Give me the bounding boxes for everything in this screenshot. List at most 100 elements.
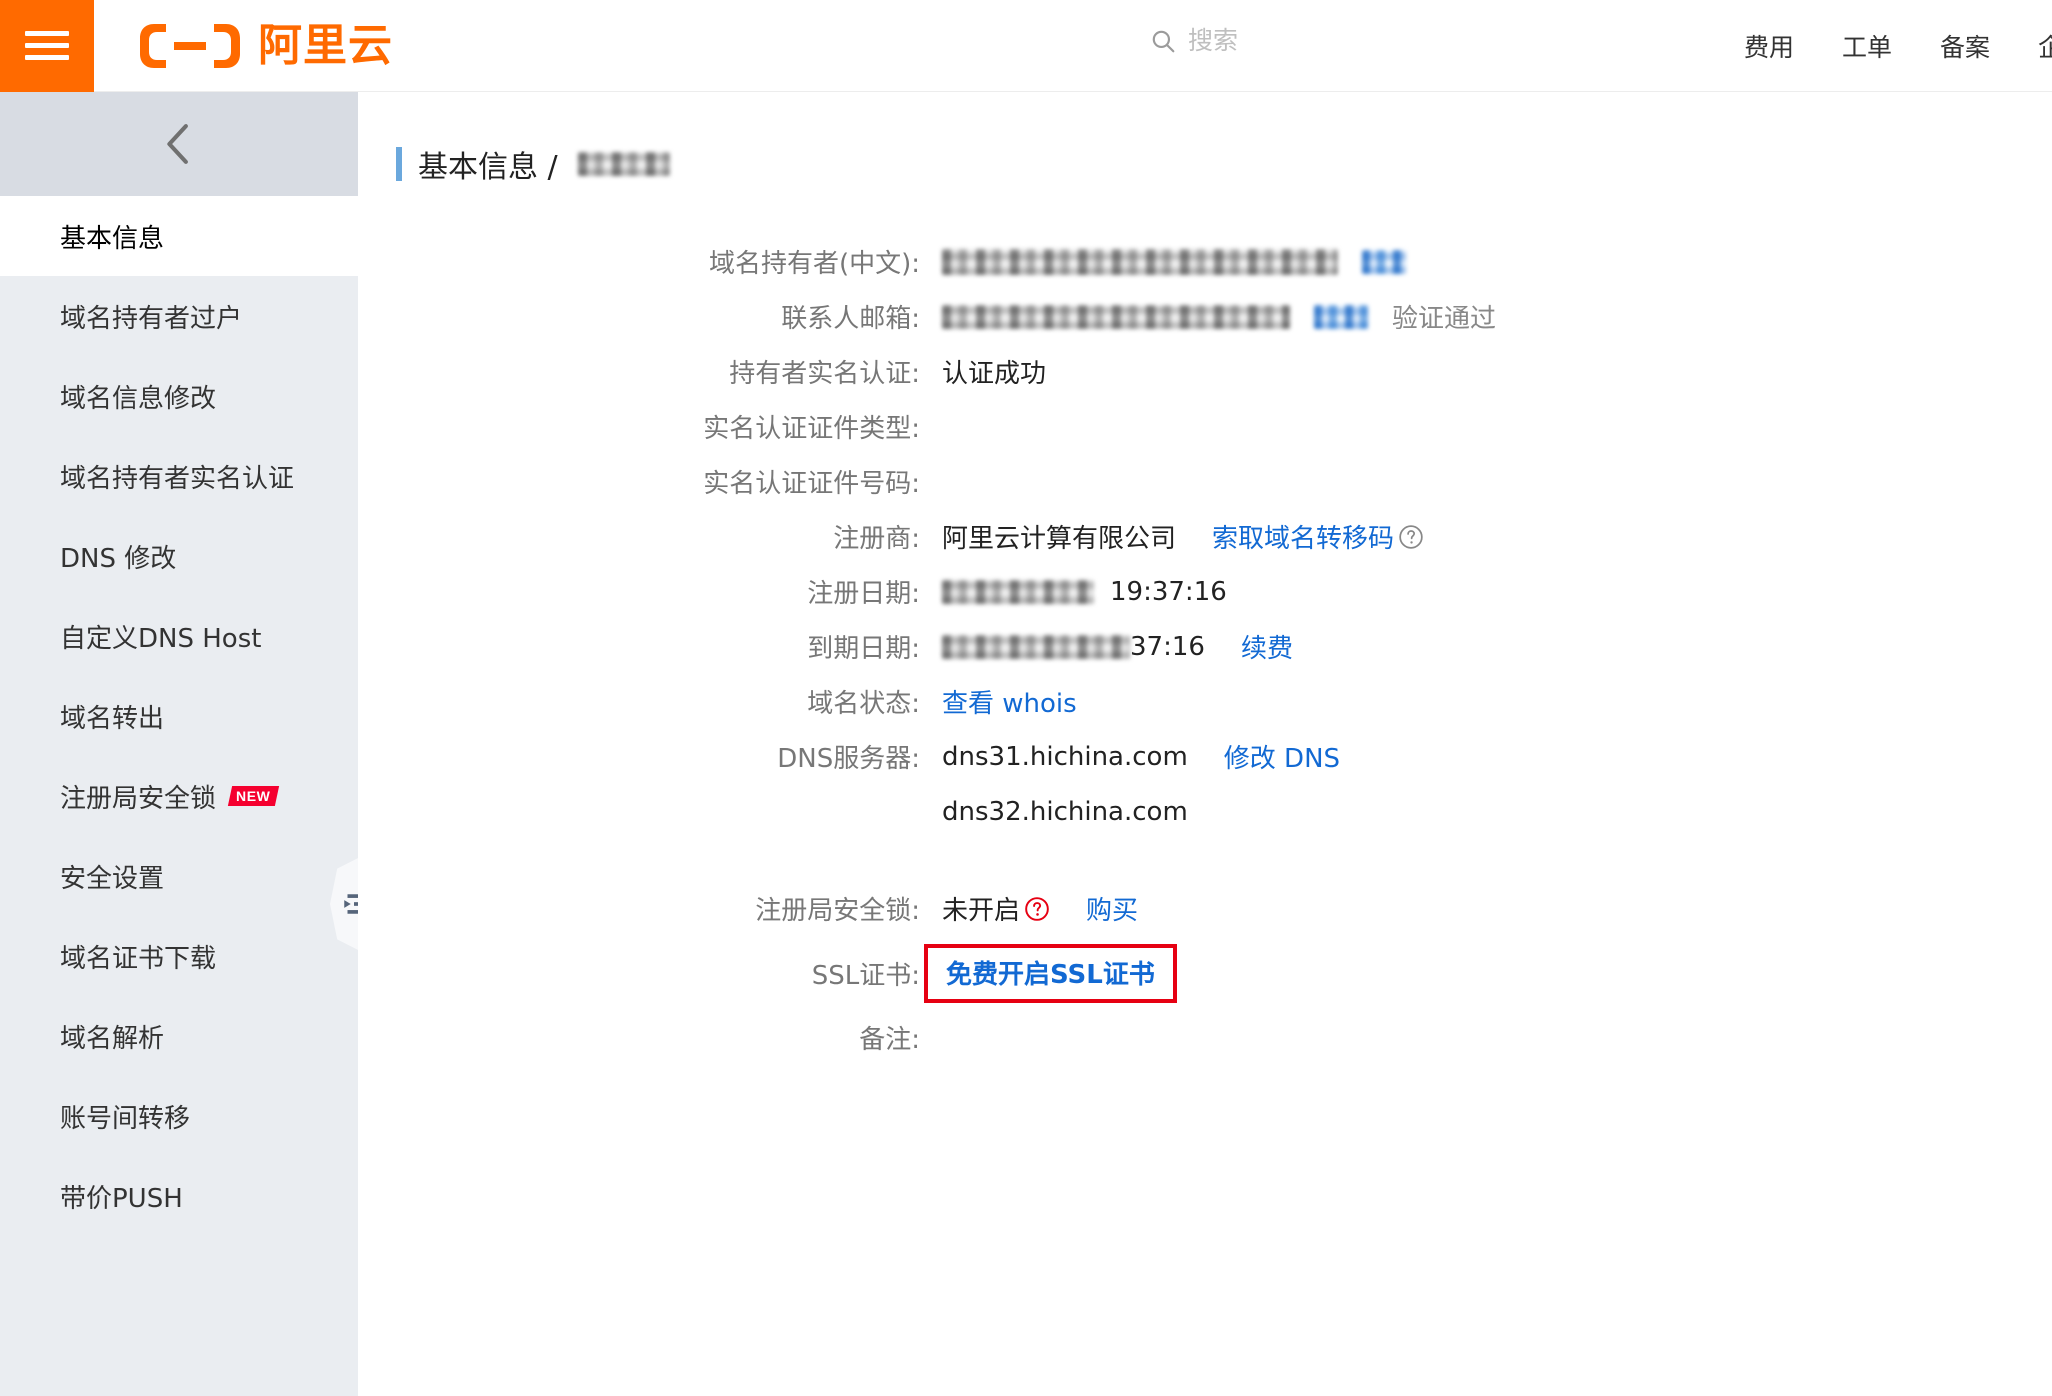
sidebar-item-custom-dns-host[interactable]: 自定义DNS Host (0, 596, 358, 676)
sidebar-item-dns-resolution[interactable]: 域名解析 (0, 996, 358, 1076)
question-circle-icon[interactable] (1398, 524, 1424, 550)
email-verify-status: 验证通过 (1392, 304, 1497, 334)
ssl-highlight-box: 免费开启SSL证书 (924, 943, 1177, 1003)
sidebar: 基本信息 域名持有者过户 域名信息修改 域名持有者实名认证 DNS 修改 自定义… (0, 92, 358, 1396)
row-label: 联系人邮箱: (781, 304, 920, 334)
nav-item-enterprise[interactable]: 企 (2014, 28, 2052, 64)
nav-item-icp[interactable]: 备案 (1916, 28, 2014, 64)
row-value: 阿里云计算有限公司 索取域名转移码 (942, 518, 2052, 555)
row-value: 37:16 续费 (942, 628, 2052, 665)
sidebar-item-label: 基本信息 (60, 223, 165, 254)
aliyun-logo[interactable]: 阿里云 (136, 20, 393, 72)
sidebar-item-domain-transfer-out[interactable]: 域名转出 (0, 676, 358, 756)
sidebar-item-account-transfer[interactable]: 账号间转移 (0, 1076, 358, 1156)
enable-free-ssl-link[interactable]: 免费开启SSL证书 (946, 954, 1155, 991)
sidebar-item-owner-verification[interactable]: 域名持有者实名认证 (0, 436, 358, 516)
sidebar-item-label: 带价PUSH (60, 1183, 183, 1214)
renew-link[interactable]: 续费 (1241, 628, 1293, 665)
sidebar-item-domain-info-edit[interactable]: 域名信息修改 (0, 356, 358, 436)
row-label: DNS服务器: (777, 744, 920, 774)
table-row: 注册日期: 19:37:16 (358, 564, 2052, 619)
table-row: 备注: (358, 1010, 2052, 1065)
search-input[interactable] (1188, 26, 1548, 55)
table-row: 实名认证证件号码: (358, 454, 2052, 509)
sidebar-item-dns-edit[interactable]: DNS 修改 (0, 516, 358, 596)
table-row: 注册商: 阿里云计算有限公司 索取域名转移码 (358, 509, 2052, 564)
table-row: dns32.hichina.com (358, 784, 2052, 839)
sidebar-collapse-button[interactable] (0, 92, 358, 196)
owner-name-redacted (942, 248, 1338, 275)
row-label: 域名持有者(中文): (708, 249, 920, 279)
sidebar-item-owner-transfer[interactable]: 域名持有者过户 (0, 276, 358, 356)
global-search[interactable] (1150, 26, 1570, 55)
row-label: 持有者实名认证: (729, 359, 920, 389)
sidebar-item-label: 自定义DNS Host (60, 623, 262, 654)
row-spacer (358, 839, 2052, 881)
sidebar-item-registry-lock[interactable]: 注册局安全锁 NEW (0, 756, 358, 836)
sidebar-item-label: 账号间转移 (60, 1103, 191, 1134)
get-transfer-code-link[interactable]: 索取域名转移码 (1212, 518, 1394, 555)
sidebar-item-label: 域名持有者实名认证 (60, 463, 295, 494)
sidebar-item-label: 域名证书下载 (60, 943, 217, 974)
row-value: 19:37:16 (942, 577, 2052, 607)
dns-server-2: dns32.hichina.com (942, 796, 1188, 827)
main-content: 基本信息 / 域名持有者(中文): 联系人邮箱: 验证通过 持有者实名认证: 认… (358, 92, 2052, 1396)
sidebar-item-label: 域名信息修改 (60, 383, 217, 414)
search-icon (1152, 30, 1175, 52)
sidebar-item-priced-push[interactable]: 带价PUSH (0, 1156, 358, 1236)
new-badge: NEW (227, 786, 280, 806)
aliyun-logo-text: 阿里云 (258, 19, 393, 71)
owner-edit-link-redacted[interactable] (1362, 249, 1406, 274)
row-label: 注册局安全锁: (755, 896, 920, 926)
row-label: 实名认证证件号码: (703, 469, 920, 499)
buy-registry-lock-link[interactable]: 购买 (1086, 890, 1138, 927)
sidebar-item-security-settings[interactable]: 安全设置 (0, 836, 358, 916)
table-row: 域名状态: 查看 whois (358, 674, 2052, 729)
row-label: 注册商: (833, 524, 920, 554)
expire-time: 37:16 (1130, 631, 1205, 662)
view-whois-link[interactable]: 查看 whois (942, 683, 1077, 720)
table-row: 域名持有者(中文): (358, 234, 2052, 289)
sidebar-item-basic-info[interactable]: 基本信息 (0, 196, 358, 276)
sidebar-item-certificate-download[interactable]: 域名证书下载 (0, 916, 358, 996)
row-value: dns32.hichina.com (942, 797, 2052, 827)
table-row: 持有者实名认证: 认证成功 (358, 344, 2052, 399)
page-title: 基本信息 / (418, 150, 558, 185)
contact-email-redacted (942, 304, 1290, 329)
register-date-redacted (942, 579, 1094, 604)
sidebar-item-label: 注册局安全锁 (60, 783, 217, 814)
row-label: 域名状态: (807, 689, 920, 719)
row-label: 备注: (859, 1025, 920, 1055)
row-value: 免费开启SSL证书 (924, 943, 2052, 1003)
row-value: 未开启 购买 (942, 890, 2052, 927)
registry-lock-status: 未开启 (942, 896, 1021, 926)
chevron-left-icon (167, 124, 188, 164)
row-label: 实名认证证件类型: (703, 414, 920, 444)
nav-item-fees[interactable]: 费用 (1720, 28, 1818, 64)
row-label: 注册日期: (807, 579, 920, 609)
row-value (942, 248, 2052, 275)
row-value: 查看 whois (942, 683, 2052, 720)
register-time: 19:37:16 (1110, 576, 1227, 607)
row-value: 认证成功 (942, 353, 2052, 390)
sidebar-menu: 基本信息 域名持有者过户 域名信息修改 域名持有者实名认证 DNS 修改 自定义… (0, 196, 358, 1236)
sidebar-item-label: 域名转出 (60, 703, 165, 734)
table-row: 注册局安全锁: 未开启 购买 (358, 881, 2052, 936)
question-circle-red-icon[interactable] (1024, 896, 1050, 922)
domain-details-table: 域名持有者(中文): 联系人邮箱: 验证通过 持有者实名认证: 认证成功 实名认… (358, 234, 2052, 1065)
table-row: 实名认证证件类型: (358, 399, 2052, 454)
sidebar-item-label: 域名解析 (60, 1023, 165, 1054)
nav-item-tickets[interactable]: 工单 (1818, 28, 1916, 64)
row-value: dns31.hichina.com 修改 DNS (942, 738, 2052, 775)
sidebar-item-label: DNS 修改 (60, 543, 177, 574)
hamburger-menu-button[interactable] (0, 0, 94, 92)
email-edit-link-redacted[interactable] (1314, 304, 1368, 329)
table-row: 联系人邮箱: 验证通过 (358, 289, 2052, 344)
hamburger-icon (25, 24, 69, 67)
breadcrumb-accent-bar (396, 147, 402, 181)
modify-dns-link[interactable]: 修改 DNS (1224, 738, 1340, 775)
row-value: 验证通过 (942, 298, 2052, 335)
table-row: SSL证书: 免费开启SSL证书 (358, 936, 2052, 1010)
expire-date-redacted (942, 634, 1130, 659)
app-root: 阿里云 费用 工单 备案 企 基本信息 域名持有 (0, 0, 2052, 1396)
